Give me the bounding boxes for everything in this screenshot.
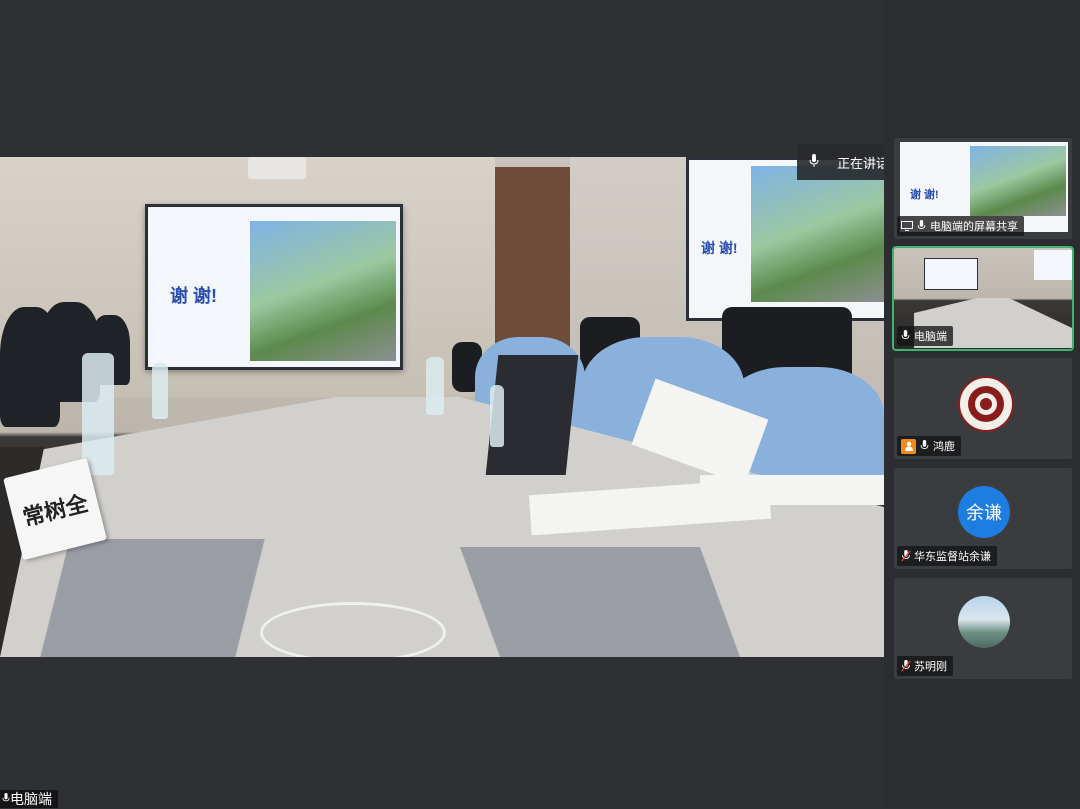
table-monitor-cover (459, 547, 741, 657)
participant-label: 鸿鹿 (897, 436, 961, 456)
main-stream-label: 电脑端 (0, 790, 58, 808)
main-video-feed[interactable]: 谢 谢! 谢 谢! 常树全 (0, 157, 884, 657)
microphone-icon (917, 220, 926, 232)
slide-photo-thumb (970, 146, 1066, 216)
participant-label: 电脑端 (897, 326, 953, 346)
presentation-screen-right: 谢 谢! (686, 157, 884, 321)
slide-photo-right (751, 166, 884, 302)
slide-text: 谢 谢! (170, 286, 217, 306)
water-bottle (152, 363, 168, 419)
user-icon (901, 438, 916, 454)
participant-tile-avatar[interactable]: 鸿鹿 (894, 358, 1072, 459)
screen-share-icon (901, 221, 913, 231)
thumb-screen (924, 258, 978, 290)
microphone-icon (809, 153, 819, 171)
participant-name: 苏明刚 (914, 661, 947, 673)
slide-photo (250, 221, 396, 361)
microphone-icon (901, 330, 910, 342)
microphone-icon (920, 440, 929, 452)
participant-name: 电脑端的屏幕共享 (930, 221, 1018, 233)
participant-tile-video[interactable]: 电脑端 (892, 246, 1074, 351)
participant-name: 电脑端 (914, 331, 947, 343)
microphone-muted-icon (901, 660, 911, 672)
text-avatar: 余谦 (958, 486, 1010, 538)
participant-tile-screen-share[interactable]: 谢 谢! 电脑端的屏幕共享 (894, 138, 1072, 239)
participant-label: 电脑端的屏幕共享 (897, 216, 1024, 236)
main-stream-name: 电脑端 (10, 791, 52, 807)
organization-logo-avatar (958, 376, 1014, 432)
thumb-screen (1034, 250, 1072, 280)
air-conditioner (248, 157, 306, 179)
water-bottle (426, 357, 444, 415)
participant-tile-avatar[interactable]: 余谦 华东监督站余谦 (894, 468, 1072, 569)
slide-text-thumb: 谢 谢! (910, 189, 939, 201)
table-monitor-cover (40, 539, 265, 657)
cable (260, 602, 446, 657)
main-stage: 谢 谢! 谢 谢! 常树全 正在讲话: 电脑端 (0, 0, 1047, 808)
slide-text-right: 谢 谢! (701, 240, 738, 256)
participant-label: 苏明刚 (897, 656, 953, 676)
participant-name: 鸿鹿 (933, 441, 955, 453)
photo-avatar (958, 596, 1010, 648)
participant-label: 华东监督站余谦 (897, 546, 997, 566)
microphone-icon (2, 791, 10, 807)
microphone-muted-icon (901, 550, 911, 562)
participant-tile-avatar[interactable]: 苏明刚 (894, 578, 1072, 679)
water-bottle (490, 385, 504, 447)
presentation-screen-left: 谢 谢! (145, 204, 403, 370)
participant-sidebar[interactable]: 谢 谢! 电脑端的屏幕共享 电脑端 鸿鹿 余谦 华东监督站余谦 苏明刚 (884, 0, 1080, 808)
water-bottle (82, 353, 114, 475)
participant-name: 华东监督站余谦 (914, 551, 991, 563)
